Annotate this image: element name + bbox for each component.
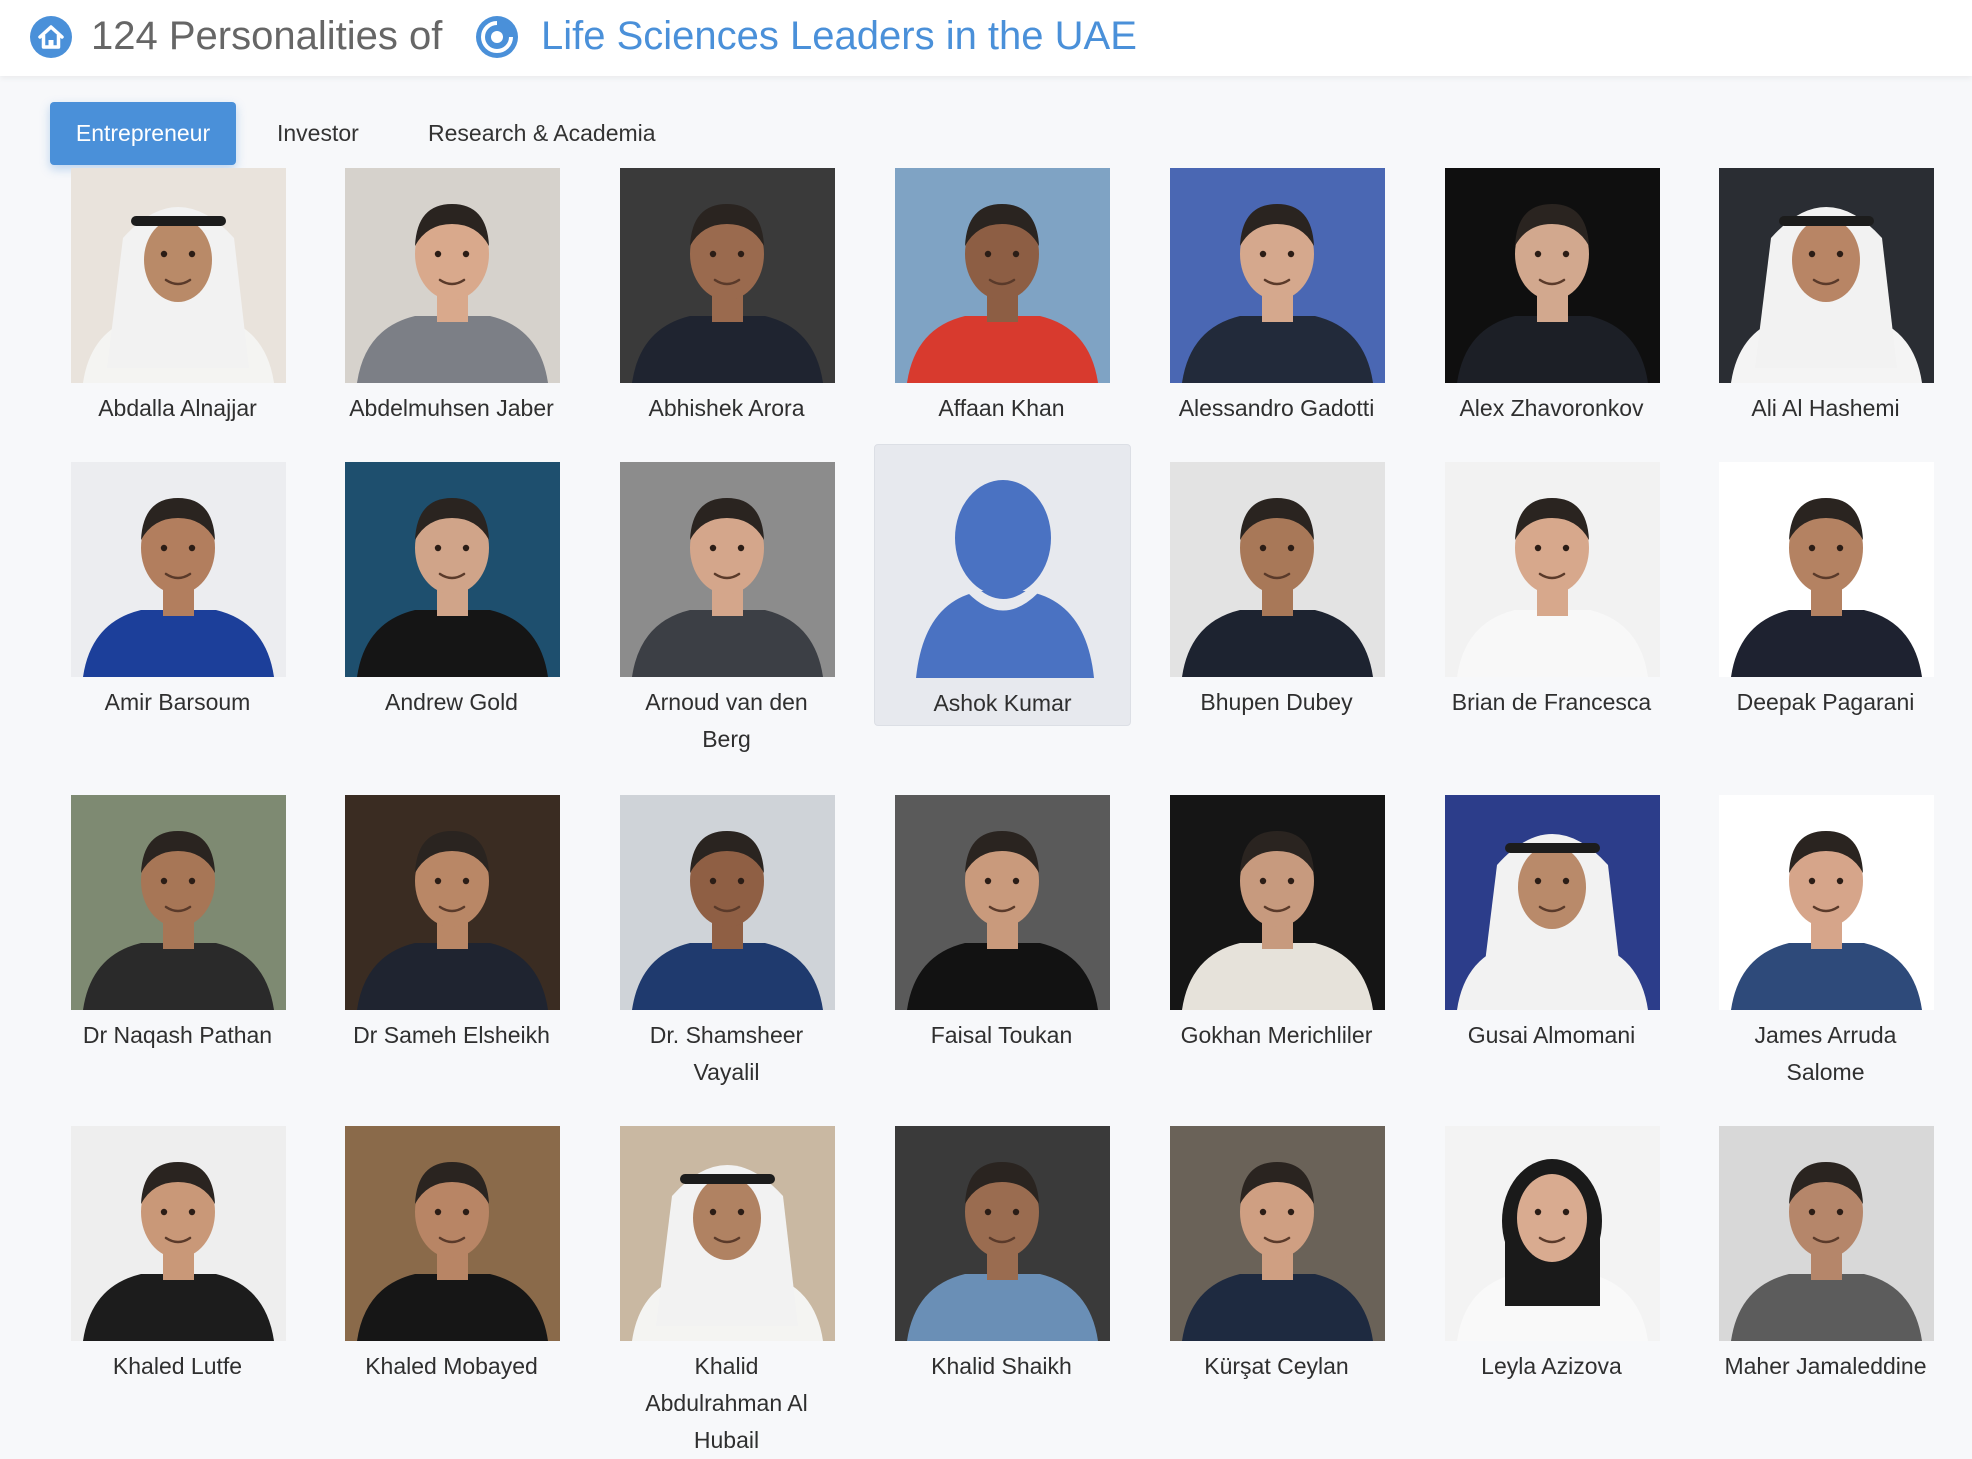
person-photo[interactable]	[896, 463, 1111, 678]
person-photo[interactable]	[620, 168, 835, 383]
person-name[interactable]: Alex Zhavoronkov	[1424, 390, 1679, 427]
person-photo[interactable]	[620, 795, 835, 1010]
person-photo[interactable]	[1719, 168, 1934, 383]
person-photo[interactable]	[71, 168, 286, 383]
person-name[interactable]: Bhupen Dubey	[1149, 684, 1404, 721]
person-photo[interactable]	[1719, 1126, 1934, 1341]
person-name[interactable]: Ashok Kumar	[875, 685, 1130, 722]
person-card[interactable]: Khaled Mobayed	[324, 1108, 579, 1388]
person-card[interactable]: Ali Al Hashemi	[1698, 150, 1953, 430]
person-name[interactable]: Abhishek Arora	[599, 390, 854, 427]
person-photo[interactable]	[1170, 1126, 1385, 1341]
person-name[interactable]: Alessandro Gadotti	[1149, 390, 1404, 427]
person-card[interactable]: James Arruda Salome	[1698, 777, 1953, 1087]
person-name[interactable]: Amir Barsoum	[50, 684, 305, 721]
person-name[interactable]: Leyla Azizova	[1424, 1348, 1679, 1385]
person-name[interactable]: Khalid Shaikh	[874, 1348, 1129, 1385]
person-card[interactable]: Dr. Shamsheer Vayalil	[599, 777, 854, 1087]
person-photo[interactable]	[1170, 168, 1385, 383]
person-card[interactable]: Abdelmuhsen Jaber	[324, 150, 579, 430]
person-card[interactable]: Dr Sameh Elsheikh	[324, 777, 579, 1057]
person-card[interactable]: Faisal Toukan	[874, 777, 1129, 1057]
person-photo[interactable]	[895, 168, 1110, 383]
person-photo[interactable]	[1170, 462, 1385, 677]
person-name[interactable]: Dr. Shamsheer Vayalil	[629, 1017, 824, 1091]
person-card[interactable]: Leyla Azizova	[1424, 1108, 1679, 1388]
person-card[interactable]: Andrew Gold	[324, 444, 579, 724]
person-card[interactable]: Gusai Almomani	[1424, 777, 1679, 1057]
person-name[interactable]: Khaled Mobayed	[324, 1348, 579, 1385]
person-name[interactable]: Kürşat Ceylan	[1149, 1348, 1404, 1385]
person-card[interactable]: Maher Jamaleddine	[1698, 1108, 1953, 1388]
person-card[interactable]: Ashok Kumar	[874, 444, 1131, 726]
person-photo[interactable]	[71, 1126, 286, 1341]
person-card[interactable]: Alessandro Gadotti	[1149, 150, 1404, 430]
person-card[interactable]: Affaan Khan	[874, 150, 1129, 430]
person-name[interactable]: Affaan Khan	[874, 390, 1129, 427]
person-card[interactable]: Brian de Francesca	[1424, 444, 1679, 724]
person-photo[interactable]	[1445, 462, 1660, 677]
person-name[interactable]: Abdelmuhsen Jaber	[324, 390, 579, 427]
person-photo[interactable]	[345, 1126, 560, 1341]
person-card[interactable]: Khalid Shaikh	[874, 1108, 1129, 1388]
person-name[interactable]: Dr Naqash Pathan	[50, 1017, 305, 1054]
person-card[interactable]: Kürşat Ceylan	[1149, 1108, 1404, 1388]
personalities-count-label: 124 Personalities of	[91, 14, 443, 58]
person-name[interactable]: Ali Al Hashemi	[1698, 390, 1953, 427]
person-card[interactable]: Arnoud van den Berg	[599, 444, 854, 754]
community-title-link[interactable]: Life Sciences Leaders in the UAE	[541, 11, 1137, 61]
person-card[interactable]: Bhupen Dubey	[1149, 444, 1404, 724]
home-icon[interactable]	[29, 15, 73, 59]
person-card[interactable]: Abhishek Arora	[599, 150, 854, 430]
person-photo[interactable]	[1719, 462, 1934, 677]
person-card[interactable]: Khaled Lutfe	[50, 1108, 305, 1388]
person-photo[interactable]	[71, 462, 286, 677]
person-photo[interactable]	[1170, 795, 1385, 1010]
person-card[interactable]: Dr Naqash Pathan	[50, 777, 305, 1057]
person-name[interactable]: Faisal Toukan	[874, 1017, 1129, 1054]
person-name[interactable]: Abdalla Alnajjar	[50, 390, 305, 427]
page-header: 124 Personalities of Life Sciences Leade…	[0, 0, 1972, 76]
person-name[interactable]: Dr Sameh Elsheikh	[324, 1017, 579, 1054]
person-photo[interactable]	[620, 462, 835, 677]
person-photo[interactable]	[71, 795, 286, 1010]
person-photo[interactable]	[1445, 1126, 1660, 1341]
person-card[interactable]: Khalid Abdulrahman Al Hubail	[599, 1108, 854, 1453]
person-card[interactable]: Abdalla Alnajjar	[50, 150, 305, 430]
person-photo[interactable]	[895, 795, 1110, 1010]
person-name[interactable]: Maher Jamaleddine	[1698, 1348, 1953, 1385]
person-card[interactable]: Amir Barsoum	[50, 444, 305, 724]
person-photo[interactable]	[1719, 795, 1934, 1010]
person-card[interactable]: Alex Zhavoronkov	[1424, 150, 1679, 430]
person-photo[interactable]	[345, 462, 560, 677]
person-photo[interactable]	[345, 795, 560, 1010]
community-logo-icon	[476, 16, 518, 58]
person-card[interactable]: Gokhan Merichliler	[1149, 777, 1404, 1057]
person-name[interactable]: Khaled Lutfe	[50, 1348, 305, 1385]
person-name[interactable]: Brian de Francesca	[1424, 684, 1679, 721]
person-name[interactable]: Andrew Gold	[324, 684, 579, 721]
person-card[interactable]: Deepak Pagarani	[1698, 444, 1953, 724]
person-photo[interactable]	[1445, 168, 1660, 383]
person-name[interactable]: Khalid Abdulrahman Al Hubail	[629, 1348, 824, 1459]
person-name[interactable]: Deepak Pagarani	[1698, 684, 1953, 721]
person-name[interactable]: Gokhan Merichliler	[1149, 1017, 1404, 1054]
person-photo[interactable]	[620, 1126, 835, 1341]
person-name[interactable]: Gusai Almomani	[1424, 1017, 1679, 1054]
person-photo[interactable]	[1445, 795, 1660, 1010]
person-photo[interactable]	[345, 168, 560, 383]
person-photo[interactable]	[895, 1126, 1110, 1341]
person-name[interactable]: Arnoud van den Berg	[629, 684, 824, 758]
person-name[interactable]: James Arruda Salome	[1728, 1017, 1923, 1091]
